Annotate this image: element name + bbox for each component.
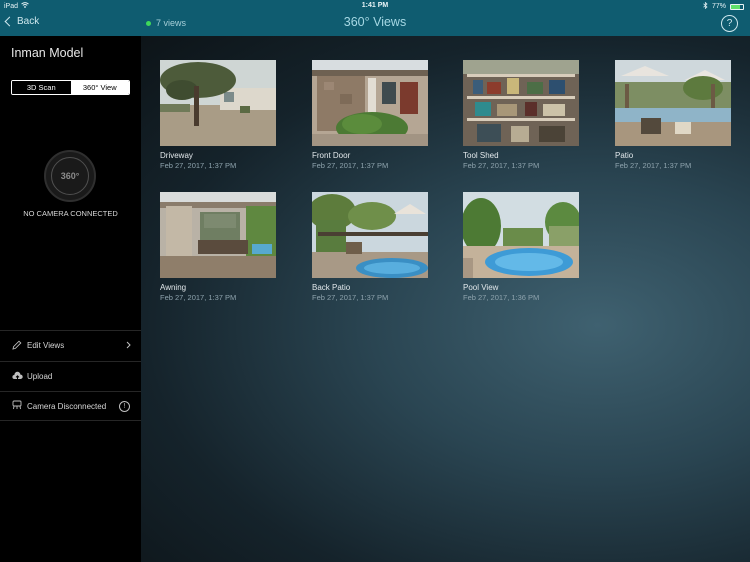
view-tile-pool-view[interactable]: Pool View Feb 27, 2017, 1:36 PM (463, 192, 579, 302)
view-mode-segmented-control: 3D Scan 360° View (11, 80, 130, 95)
upload-button[interactable]: Upload (0, 361, 141, 391)
camera-disconnected-label: Camera Disconnected (27, 401, 107, 411)
views-grid: Driveway Feb 27, 2017, 1:37 PM Front Doo… (141, 36, 750, 562)
view-tile-tool-shed[interactable]: Tool Shed Feb 27, 2017, 1:37 PM (463, 60, 579, 170)
camera-360-logo-text: 360° (51, 157, 89, 195)
info-icon[interactable]: ! (119, 400, 130, 412)
view-date: Feb 27, 2017, 1:37 PM (160, 161, 237, 170)
view-tile-driveway[interactable]: Driveway Feb 27, 2017, 1:37 PM (160, 60, 276, 170)
view-name: Driveway (160, 151, 193, 160)
edit-views-button[interactable]: Edit Views (0, 330, 141, 360)
view-name: Patio (615, 151, 634, 160)
help-button[interactable]: ? (721, 15, 738, 32)
camera-360-logo: 360° (44, 150, 96, 202)
view-tile-back-patio[interactable]: Back Patio Feb 27, 2017, 1:37 PM (312, 192, 428, 302)
segment-3d-scan[interactable]: 3D Scan (12, 81, 71, 94)
view-name: Pool View (463, 283, 499, 292)
view-name: Back Patio (312, 283, 351, 292)
view-date: Feb 27, 2017, 1:37 PM (312, 161, 389, 170)
nav-bar: Back 7 views 360° Views ? (0, 12, 750, 36)
model-name: Inman Model (11, 46, 84, 60)
sidebar: Inman Model 3D Scan 360° View 360° NO CA… (0, 36, 141, 562)
chevron-right-icon (126, 341, 131, 351)
thumbnail-driveway (160, 60, 276, 146)
camera-disconnected-item[interactable]: Camera Disconnected ! (0, 391, 141, 421)
status-time: 1:41 PM (361, 2, 389, 9)
thumbnail-back-patio (312, 192, 428, 278)
camera-icon (11, 400, 23, 412)
view-tile-awning[interactable]: Awning Feb 27, 2017, 1:37 PM (160, 192, 276, 302)
thumbnail-front-door (312, 60, 428, 146)
battery-icon (730, 3, 744, 10)
view-name: Awning (160, 283, 187, 292)
page-title: 360° Views (343, 15, 407, 29)
thumbnail-tool-shed (463, 60, 579, 146)
thumbnail-patio (615, 60, 731, 146)
thumbnail-awning (160, 192, 276, 278)
view-date: Feb 27, 2017, 1:37 PM (312, 293, 389, 302)
edit-views-label: Edit Views (27, 341, 65, 350)
view-date: Feb 27, 2017, 1:37 PM (160, 293, 237, 302)
view-tile-patio[interactable]: Patio Feb 27, 2017, 1:37 PM (615, 60, 731, 170)
view-tile-front-door[interactable]: Front Door Feb 27, 2017, 1:37 PM (312, 60, 428, 170)
segment-360-view[interactable]: 360° View (70, 81, 129, 94)
view-name: Tool Shed (463, 151, 499, 160)
upload-label: Upload (27, 372, 53, 381)
view-date: Feb 27, 2017, 1:36 PM (463, 293, 540, 302)
cloud-upload-icon (11, 371, 23, 382)
camera-status-text: NO CAMERA CONNECTED (23, 209, 118, 218)
view-date: Feb 27, 2017, 1:37 PM (463, 161, 540, 170)
view-date: Feb 27, 2017, 1:37 PM (615, 161, 692, 170)
status-bar: iPad 1:41 PM 77% (0, 0, 750, 12)
thumbnail-pool-view (463, 192, 579, 278)
view-name: Front Door (312, 151, 351, 160)
bluetooth-icon (703, 1, 708, 11)
battery-percent: 77% (711, 3, 726, 10)
pencil-icon (11, 340, 23, 352)
